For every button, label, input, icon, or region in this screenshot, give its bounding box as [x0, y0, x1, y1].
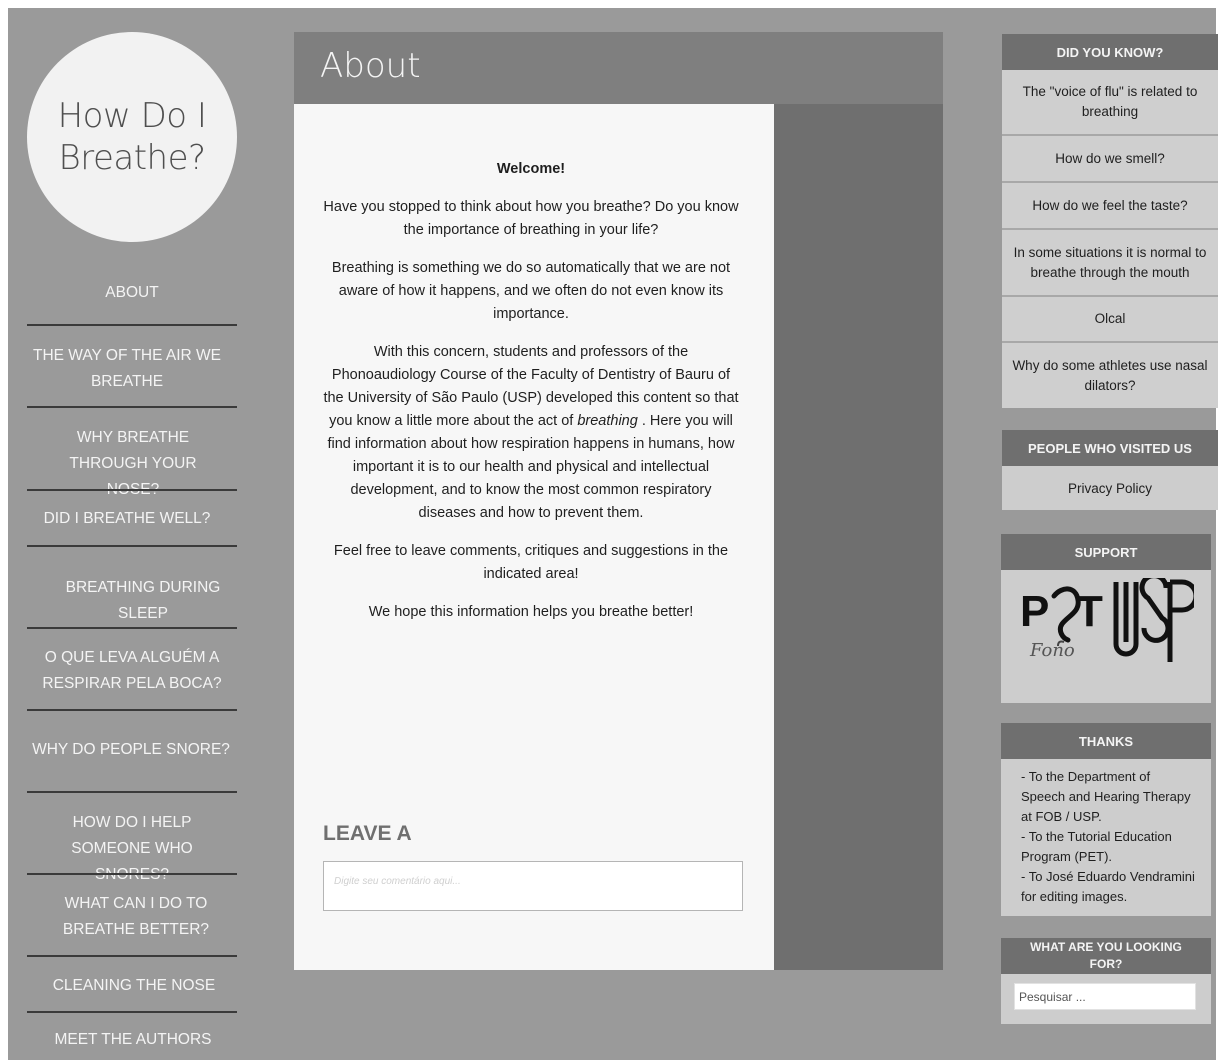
nav-item-breathe-better[interactable]: WHAT CAN I DO TO BREATHE BETTER? — [29, 891, 243, 943]
widget-heading-thanks: THANKS — [1001, 723, 1211, 759]
dyk-link[interactable]: How do we feel the taste? — [1024, 196, 1195, 216]
nav-divider — [27, 545, 237, 547]
nav-item-did-i-breathe-well[interactable]: DID I BREATHE WELL? — [27, 506, 227, 532]
welcome-heading: Welcome! — [496, 161, 566, 177]
nav-divider — [27, 324, 237, 326]
dyk-item[interactable]: The "voice of flu" is related to breathi… — [1002, 70, 1218, 136]
svg-text:P: P — [1020, 587, 1049, 636]
paragraph: We hope this information helps you breat… — [368, 604, 694, 620]
search-input[interactable] — [1014, 983, 1196, 1010]
nav-divider — [27, 406, 237, 408]
nav-divider — [27, 955, 237, 957]
content-side-strip — [774, 104, 943, 970]
dyk-link[interactable]: The "voice of flu" is related to breathi… — [1002, 82, 1218, 122]
widget-heading-did-you-know: DID YOU KNOW? — [1002, 34, 1218, 70]
nav-item-meet-authors[interactable]: MEET THE AUTHORS — [29, 1027, 237, 1053]
site-title[interactable]: How Do I Breathe? — [52, 95, 212, 179]
svg-text:T: T — [1076, 587, 1103, 636]
dyk-item[interactable]: How do we smell? — [1002, 136, 1218, 183]
paragraph: Feel free to leave comments, critiques a… — [333, 543, 729, 582]
dyk-item[interactable]: Olcal — [1002, 297, 1218, 343]
nav-divider — [27, 709, 237, 711]
dyk-item[interactable]: In some situations it is normal to breat… — [1002, 230, 1218, 297]
dyk-link[interactable]: In some situations it is normal to breat… — [1002, 243, 1218, 283]
nav-item-why-breathe-nose[interactable]: WHY BREATHE THROUGH YOUR NOSE? — [41, 425, 225, 503]
paragraph: Breathing is something we do so automati… — [331, 260, 731, 322]
nav-divider — [27, 1011, 237, 1013]
dyk-link[interactable]: How do we smell? — [1047, 149, 1173, 169]
nav-item-cleaning-nose[interactable]: CLEANING THE NOSE — [31, 973, 237, 999]
paragraph: Have you stopped to think about how you … — [323, 199, 739, 238]
pet-fono-logo[interactable]: P T Fono — [1018, 582, 1106, 662]
nav-divider — [27, 873, 237, 875]
paragraph: With this concern, students and professo… — [320, 341, 742, 525]
article-body: Welcome! Have you stopped to think about… — [320, 158, 742, 639]
page-title: About — [320, 46, 421, 86]
site-title-logo[interactable]: How Do I Breathe? — [27, 32, 237, 242]
widget-heading-support: SUPPORT — [1001, 534, 1211, 570]
nav-item-help-snorer[interactable]: HOW DO I HELP SOMEONE WHO SNORES? — [33, 810, 231, 888]
paragraph-text: . Here you will find information about h… — [327, 413, 735, 521]
page-header: About — [294, 32, 943, 104]
thanks-line: - To José Eduardo Vendramini for editing… — [1021, 869, 1195, 904]
dyk-item[interactable]: Why do some athletes use nasal dilators? — [1002, 343, 1218, 408]
nav-item-breathing-sleep[interactable]: BREATHING DURING SLEEP — [43, 575, 243, 627]
comment-field[interactable] — [323, 861, 743, 911]
widget-heading-search: WHAT ARE YOU LOOKING FOR? — [1001, 938, 1211, 974]
nav-item-respirar-pela-boca[interactable]: O QUE LEVA ALGUÉM A RESPIRAR PELA BOCA? — [39, 645, 225, 697]
dyk-link[interactable]: Why do some athletes use nasal dilators? — [1002, 356, 1218, 396]
nav-divider — [27, 627, 237, 629]
dyk-item[interactable]: How do we feel the taste? — [1002, 183, 1218, 230]
privacy-policy-link[interactable]: Privacy Policy — [1068, 481, 1152, 496]
usp-logo[interactable] — [1110, 578, 1194, 666]
thanks-line: - To the Department of Speech and Hearin… — [1021, 769, 1191, 824]
nav-divider — [27, 489, 237, 491]
widget-heading-visited: PEOPLE WHO VISITED US — [1002, 430, 1218, 466]
nav-item-way-of-air[interactable]: THE WAY OF THE AIR WE BREATHE — [27, 343, 227, 395]
pet-fono-logo-text: Fono — [1029, 640, 1075, 661]
thanks-list: - To the Department of Speech and Hearin… — [1021, 767, 1196, 907]
dyk-link[interactable]: Olcal — [1087, 309, 1134, 329]
comment-textarea[interactable] — [324, 862, 742, 910]
emphasis-text: breathing — [577, 413, 638, 429]
thanks-line: - To the Tutorial Education Program (PET… — [1021, 829, 1172, 864]
nav-item-why-snore[interactable]: WHY DO PEOPLE SNORE? — [27, 737, 235, 763]
nav-item-about[interactable]: ABOUT — [27, 280, 237, 306]
nav-divider — [27, 791, 237, 793]
widget-visited-body: Privacy Policy — [1002, 466, 1218, 510]
comment-section-title: LEAVE A — [323, 822, 412, 845]
